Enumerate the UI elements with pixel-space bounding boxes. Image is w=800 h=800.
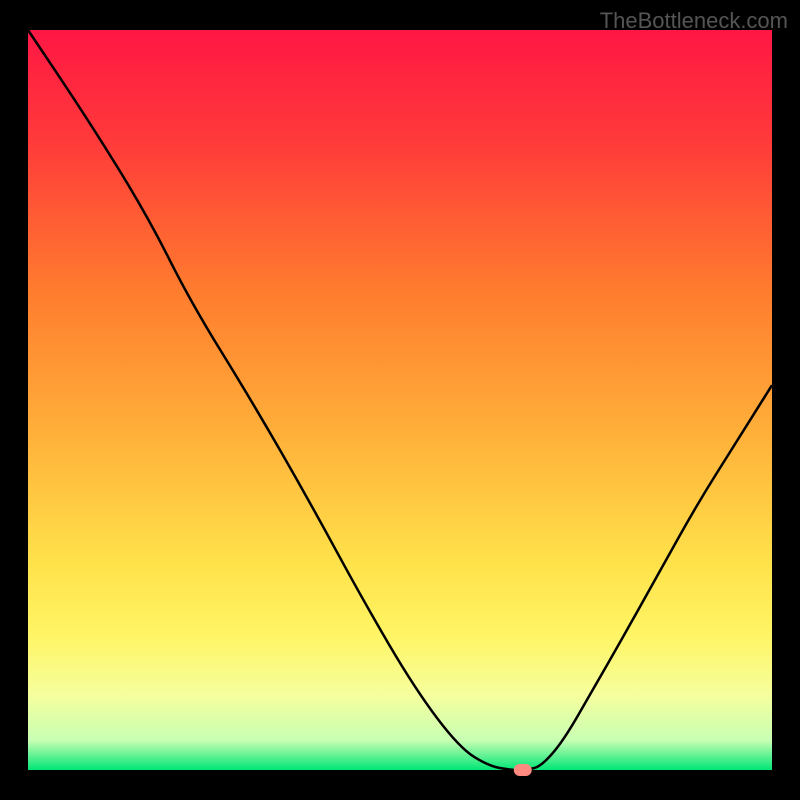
chart-svg <box>0 0 800 800</box>
optimal-marker <box>514 764 532 776</box>
plot-background <box>28 30 772 770</box>
bottleneck-chart <box>0 0 800 800</box>
watermark-text: TheBottleneck.com <box>600 8 788 34</box>
